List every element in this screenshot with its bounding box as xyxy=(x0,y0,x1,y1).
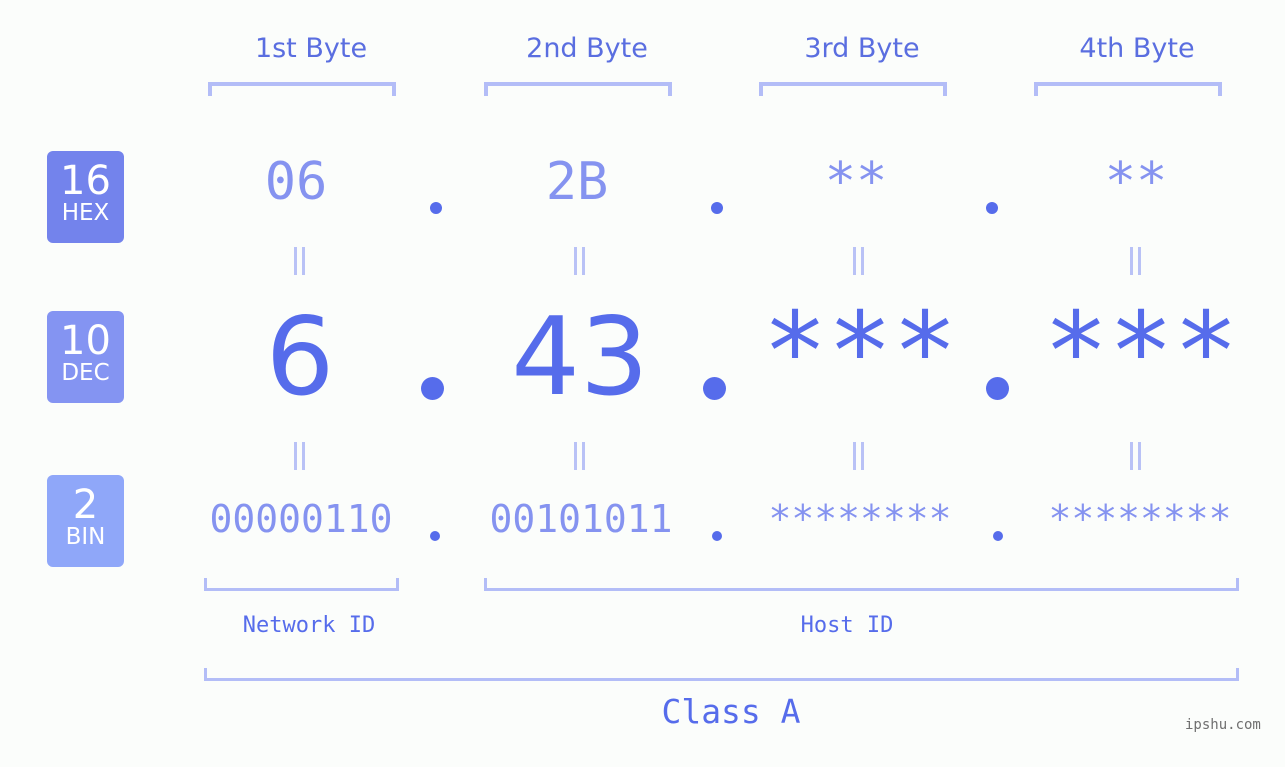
bin-byte-1: 00000110 xyxy=(209,497,393,541)
dec-dot-3 xyxy=(986,377,1009,400)
equals-icon xyxy=(572,247,586,275)
host-id-bracket xyxy=(484,578,1239,591)
equals-icon xyxy=(851,442,865,470)
equals-icon xyxy=(292,247,306,275)
bin-badge: 2 BIN xyxy=(47,475,124,567)
dec-byte-3: *** xyxy=(762,290,958,415)
host-id-label: Host ID xyxy=(800,613,894,638)
bin-dot-3 xyxy=(993,531,1003,541)
equals-icon xyxy=(292,442,306,470)
dec-dot-2 xyxy=(703,377,726,400)
dec-byte-2: 43 xyxy=(511,295,649,420)
byte-bracket-1 xyxy=(208,82,396,96)
bin-dot-2 xyxy=(712,531,722,541)
bin-base-name: BIN xyxy=(65,524,106,550)
hex-badge: 16 HEX xyxy=(47,151,124,243)
dec-base-name: DEC xyxy=(61,360,110,386)
hex-byte-2: 2B xyxy=(545,152,609,212)
dec-byte-1: 6 xyxy=(265,295,335,420)
watermark: ipshu.com xyxy=(1185,717,1261,733)
network-id-bracket xyxy=(204,578,399,591)
byte-header-1: 1st Byte xyxy=(254,33,368,64)
equals-icon xyxy=(1128,247,1142,275)
hex-byte-1: 06 xyxy=(264,152,328,212)
dec-dot-1 xyxy=(421,377,444,400)
byte-header-3: 3rd Byte xyxy=(804,33,920,64)
hex-byte-4: ** xyxy=(1104,152,1168,212)
network-id-label: Network ID xyxy=(242,613,376,638)
hex-base-number: 16 xyxy=(60,158,111,204)
hex-byte-3: ** xyxy=(824,152,888,212)
hex-dot-2 xyxy=(711,202,723,214)
class-label: Class A xyxy=(661,692,801,731)
byte-header-4: 4th Byte xyxy=(1079,33,1195,64)
byte-bracket-3 xyxy=(759,82,947,96)
hex-base-name: HEX xyxy=(61,200,110,226)
equals-icon xyxy=(1128,442,1142,470)
byte-bracket-2 xyxy=(484,82,672,96)
bin-byte-3: ******** xyxy=(768,497,952,541)
hex-dot-3 xyxy=(986,202,998,214)
hex-dot-1 xyxy=(430,202,442,214)
bin-byte-2: 00101011 xyxy=(489,497,673,541)
bin-dot-1 xyxy=(430,531,440,541)
class-bracket xyxy=(204,668,1239,681)
bin-base-number: 2 xyxy=(72,482,99,528)
dec-byte-4: *** xyxy=(1043,290,1239,415)
byte-header-2: 2nd Byte xyxy=(526,33,648,64)
bin-byte-4: ******** xyxy=(1048,497,1232,541)
dec-base-number: 10 xyxy=(60,318,111,364)
equals-icon xyxy=(572,442,586,470)
byte-bracket-4 xyxy=(1034,82,1222,96)
equals-icon xyxy=(851,247,865,275)
dec-badge: 10 DEC xyxy=(47,311,124,403)
